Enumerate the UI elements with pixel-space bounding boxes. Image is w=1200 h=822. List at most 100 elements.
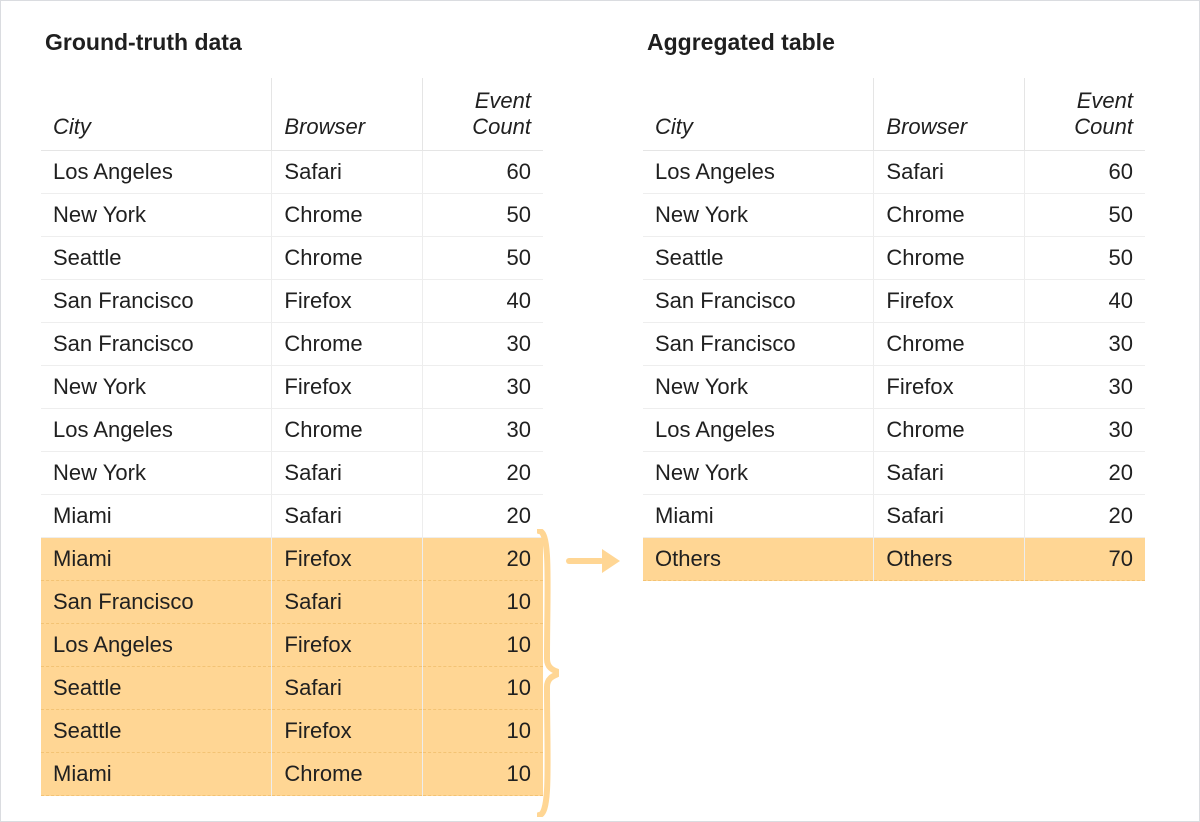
table-row: New YorkChrome50 <box>41 194 543 237</box>
table-row: New YorkFirefox30 <box>643 366 1145 409</box>
diagram-frame: Ground-truth data City Browser Event Cou… <box>0 0 1200 822</box>
arrow-connector <box>543 549 643 573</box>
aggregated-body: Los AngelesSafari60New YorkChrome50Seatt… <box>643 151 1145 581</box>
cell-count: 20 <box>423 452 544 495</box>
cell-count: 10 <box>423 667 544 710</box>
cell-city: Miami <box>41 538 272 581</box>
cell-browser: Firefox <box>874 366 1025 409</box>
cell-browser: Safari <box>874 495 1025 538</box>
ground-truth-table: City Browser Event Count Los AngelesSafa… <box>41 78 543 796</box>
cell-count: 50 <box>423 237 544 280</box>
cell-count: 50 <box>423 194 544 237</box>
cell-browser: Firefox <box>874 280 1025 323</box>
table-row: SeattleChrome50 <box>643 237 1145 280</box>
cell-city: New York <box>41 452 272 495</box>
cell-count: 10 <box>423 581 544 624</box>
cell-city: New York <box>643 452 874 495</box>
cell-city: San Francisco <box>41 581 272 624</box>
cell-count: 40 <box>1025 280 1146 323</box>
cell-count: 60 <box>423 151 544 194</box>
cell-count: 20 <box>423 495 544 538</box>
cell-count: 30 <box>423 366 544 409</box>
cell-browser: Firefox <box>272 366 423 409</box>
cell-count: 10 <box>423 710 544 753</box>
cell-browser: Chrome <box>272 323 423 366</box>
cell-city: San Francisco <box>41 323 272 366</box>
table-header-row: City Browser Event Count <box>41 78 543 151</box>
cell-city: New York <box>643 366 874 409</box>
cell-city: Seattle <box>41 667 272 710</box>
aggregated-title: Aggregated table <box>647 29 1145 56</box>
cell-city: New York <box>643 194 874 237</box>
cell-city: New York <box>41 194 272 237</box>
cell-city: Los Angeles <box>41 624 272 667</box>
cell-count: 70 <box>1025 538 1146 581</box>
table-row: San FranciscoChrome30 <box>41 323 543 366</box>
col-header-browser: Browser <box>874 78 1025 151</box>
table-row: San FranciscoChrome30 <box>643 323 1145 366</box>
cell-city: Los Angeles <box>643 151 874 194</box>
col-header-count: Event Count <box>1025 78 1146 151</box>
cell-browser: Firefox <box>272 710 423 753</box>
table-row: Los AngelesSafari60 <box>41 151 543 194</box>
cell-count: 30 <box>1025 409 1146 452</box>
ground-truth-title: Ground-truth data <box>45 29 543 56</box>
cell-browser: Chrome <box>272 194 423 237</box>
cell-browser: Safari <box>272 495 423 538</box>
table-row: MiamiChrome10 <box>41 753 543 796</box>
arrow-right-icon <box>566 549 620 573</box>
cell-city: New York <box>41 366 272 409</box>
col-header-city: City <box>643 78 874 151</box>
cell-city: Los Angeles <box>643 409 874 452</box>
table-row: San FranciscoFirefox40 <box>41 280 543 323</box>
table-row: SeattleFirefox10 <box>41 710 543 753</box>
cell-city: San Francisco <box>643 323 874 366</box>
table-row: San FranciscoFirefox40 <box>643 280 1145 323</box>
cell-count: 20 <box>423 538 544 581</box>
table-row: SeattleSafari10 <box>41 667 543 710</box>
cell-count: 30 <box>1025 323 1146 366</box>
cell-browser: Chrome <box>874 323 1025 366</box>
table-row: New YorkChrome50 <box>643 194 1145 237</box>
table-row: SeattleChrome50 <box>41 237 543 280</box>
cell-browser: Safari <box>874 452 1025 495</box>
cell-browser: Chrome <box>272 409 423 452</box>
col-header-city: City <box>41 78 272 151</box>
table-row: OthersOthers70 <box>643 538 1145 581</box>
cell-browser: Firefox <box>272 624 423 667</box>
cell-count: 60 <box>1025 151 1146 194</box>
cell-city: Los Angeles <box>41 151 272 194</box>
cell-city: Miami <box>643 495 874 538</box>
cell-city: Miami <box>41 495 272 538</box>
cell-count: 20 <box>1025 452 1146 495</box>
table-row: MiamiFirefox20 <box>41 538 543 581</box>
ground-truth-body: Los AngelesSafari60New YorkChrome50Seatt… <box>41 151 543 796</box>
table-row: San FranciscoSafari10 <box>41 581 543 624</box>
cell-city: Others <box>643 538 874 581</box>
table-row: New YorkFirefox30 <box>41 366 543 409</box>
table-row: Los AngelesChrome30 <box>643 409 1145 452</box>
cell-browser: Chrome <box>272 237 423 280</box>
cell-browser: Chrome <box>874 237 1025 280</box>
table-row: Los AngelesFirefox10 <box>41 624 543 667</box>
col-header-count: Event Count <box>423 78 544 151</box>
cell-browser: Safari <box>272 581 423 624</box>
cell-browser: Safari <box>272 452 423 495</box>
table-row: MiamiSafari20 <box>643 495 1145 538</box>
col-header-browser: Browser <box>272 78 423 151</box>
cell-count: 30 <box>423 323 544 366</box>
cell-city: San Francisco <box>41 280 272 323</box>
cell-browser: Others <box>874 538 1025 581</box>
table-row: Los AngelesChrome30 <box>41 409 543 452</box>
cell-city: Miami <box>41 753 272 796</box>
cell-browser: Safari <box>272 151 423 194</box>
cell-browser: Chrome <box>272 753 423 796</box>
cell-city: San Francisco <box>643 280 874 323</box>
cell-browser: Chrome <box>874 409 1025 452</box>
aggregated-column: Aggregated table City Browser Event Coun… <box>643 29 1145 581</box>
cell-browser: Safari <box>874 151 1025 194</box>
ground-truth-column: Ground-truth data City Browser Event Cou… <box>41 29 543 796</box>
cell-browser: Firefox <box>272 280 423 323</box>
cell-city: Seattle <box>643 237 874 280</box>
cell-count: 40 <box>423 280 544 323</box>
